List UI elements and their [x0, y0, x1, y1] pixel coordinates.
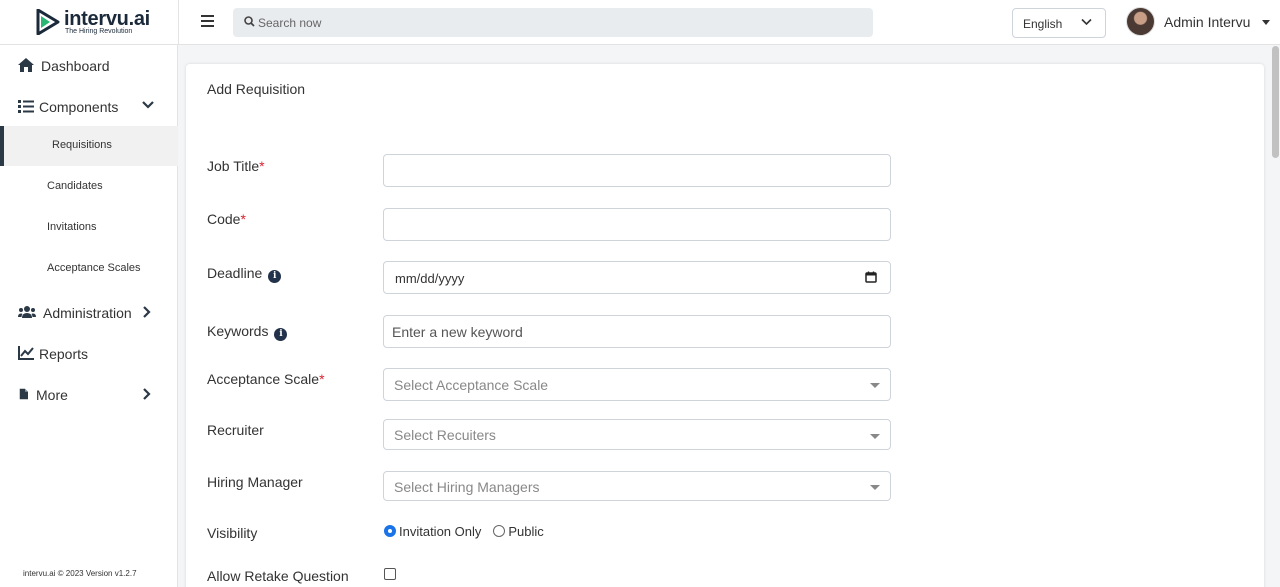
add-requisition-card: Add Requisition Job Title* Code* Deadlin… [186, 64, 1264, 587]
chevron-right-icon [143, 388, 151, 400]
visibility-radio-public[interactable]: Public [493, 524, 544, 539]
sidebar-item-administration[interactable]: Administration [0, 294, 178, 330]
allow-retake-checkbox[interactable] [384, 568, 396, 580]
caret-down-icon [1262, 20, 1270, 25]
top-bar: intervu.ai The Hiring Revolution English… [0, 0, 1280, 45]
sidebar-footer: intervu.ai © 2023 Version v1.2.7 [23, 569, 137, 578]
logo-play-icon [36, 9, 60, 35]
search-icon [244, 16, 255, 27]
chevron-right-icon [143, 306, 151, 318]
caret-down-icon [870, 434, 880, 439]
logo-tagline: The Hiring Revolution [65, 28, 133, 35]
visibility-radio-invitation-only[interactable]: Invitation Only [384, 524, 481, 539]
home-icon [18, 58, 34, 72]
page-title: Add Requisition [207, 81, 306, 97]
language-value: English [1023, 17, 1063, 31]
radio-unchecked-icon [493, 525, 506, 537]
chevron-down-icon [142, 101, 154, 109]
users-icon [18, 306, 36, 318]
search-bar[interactable] [233, 8, 873, 37]
sidebar: Dashboard Components Requisitions Candid… [0, 45, 178, 587]
scrollbar-thumb[interactable] [1272, 46, 1279, 158]
line-chart-icon [18, 346, 34, 360]
sidebar-item-reports[interactable]: Reports [0, 335, 178, 371]
search-input[interactable] [258, 8, 858, 37]
user-name: Admin Intervu [1164, 14, 1251, 30]
sidebar-item-components[interactable]: Components [0, 88, 178, 124]
sidebar-item-dashboard[interactable]: Dashboard [0, 47, 178, 83]
header-divider [178, 0, 179, 45]
radio-checked-icon [384, 525, 396, 537]
sidebar-item-acceptance-scales[interactable]: Acceptance Scales [0, 249, 178, 289]
job-title-input[interactable] [383, 154, 891, 187]
sidebar-item-more[interactable]: More [0, 376, 178, 412]
deadline-label: Deadline i [207, 265, 282, 283]
sidebar-item-requisitions[interactable]: Requisitions [0, 126, 178, 166]
sidebar-item-invitations[interactable]: Invitations [0, 208, 178, 248]
hiring-manager-label: Hiring Manager [207, 474, 303, 490]
avatar [1126, 7, 1155, 36]
code-label: Code* [207, 211, 246, 227]
deadline-value: mm/dd/yyyy [395, 271, 465, 286]
language-select[interactable]: English [1012, 8, 1106, 38]
acceptance-scale-label: Acceptance Scale* [207, 371, 325, 387]
visibility-label: Visibility [207, 525, 258, 541]
code-input[interactable] [383, 208, 891, 241]
job-title-label: Job Title* [207, 158, 265, 174]
file-icon [19, 388, 28, 400]
keywords-input[interactable] [383, 315, 891, 348]
calendar-icon[interactable] [865, 271, 877, 283]
info-icon[interactable]: i [274, 328, 288, 341]
list-icon [18, 100, 34, 113]
info-icon[interactable]: i [268, 270, 282, 283]
hiring-manager-select[interactable]: Select Hiring Managers [383, 471, 891, 501]
caret-down-icon [870, 485, 880, 490]
intervu-logo[interactable]: intervu.ai The Hiring Revolution [36, 8, 150, 38]
sidebar-item-candidates[interactable]: Candidates [0, 167, 178, 207]
visibility-radio-group: Invitation Only Public [384, 524, 556, 539]
menu-toggle-icon[interactable] [201, 15, 214, 27]
caret-down-icon [870, 383, 880, 388]
recruiter-select[interactable]: Select Recuiters [383, 419, 891, 450]
deadline-date-input[interactable]: mm/dd/yyyy [383, 261, 891, 294]
recruiter-label: Recruiter [207, 422, 264, 438]
allow-retake-label: Allow Retake Question [207, 568, 349, 584]
acceptance-scale-select[interactable]: Select Acceptance Scale [383, 368, 891, 401]
chevron-down-icon [1081, 18, 1092, 26]
keywords-label: Keywords i [207, 323, 288, 341]
